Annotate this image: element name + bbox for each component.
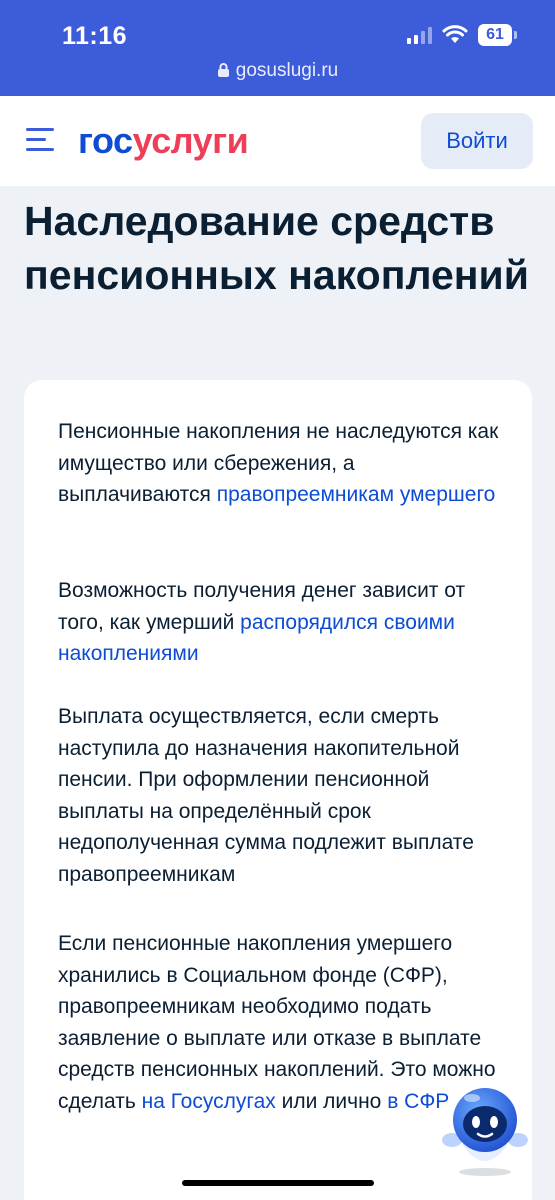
site-header: госуслуги Войти (0, 96, 555, 186)
logo-part-gos: гос (78, 120, 133, 161)
lock-icon (217, 63, 229, 77)
paragraph-3-text: Выплата осуществляется, если смерть наст… (58, 705, 474, 886)
paragraph-4-middle: или лично (275, 1089, 388, 1113)
battery-icon: 61 (478, 24, 512, 46)
url-text: gosuslugi.ru (235, 60, 339, 81)
successors-link[interactable]: правопреемникам умершего (217, 483, 496, 506)
menu-icon[interactable] (26, 128, 54, 152)
address-bar[interactable]: gosuslugi.ru (0, 60, 555, 82)
content-card: Пенсионные накопления не наследуются как… (24, 380, 532, 1200)
gosuslugi-logo[interactable]: госуслуги (78, 120, 249, 162)
paragraph-2: Возможность получения денег зависит от т… (58, 575, 508, 670)
status-bar: 11:16 61 gosuslugi.ru (0, 0, 555, 96)
paragraph-1: Пенсионные накопления не наследуются как… (58, 416, 508, 511)
home-indicator (182, 1180, 374, 1186)
logo-part-uslugi: услуги (132, 120, 249, 161)
status-icons: 61 (407, 24, 517, 46)
paragraph-4-text: Если пенсионные накопления умершего хран… (58, 932, 496, 1113)
paragraph-3: Выплата осуществляется, если смерть наст… (58, 701, 508, 890)
login-button[interactable]: Войти (421, 113, 533, 169)
wifi-icon (442, 25, 468, 43)
chatbot-icon[interactable] (440, 1082, 530, 1178)
status-time: 11:16 (62, 22, 128, 50)
battery-nub (514, 31, 517, 39)
gosuslugi-link[interactable]: на Госуслугах (142, 1090, 276, 1113)
signal-icon (407, 26, 432, 44)
page-title: Наследование средств пенсионных накоплен… (24, 198, 529, 298)
